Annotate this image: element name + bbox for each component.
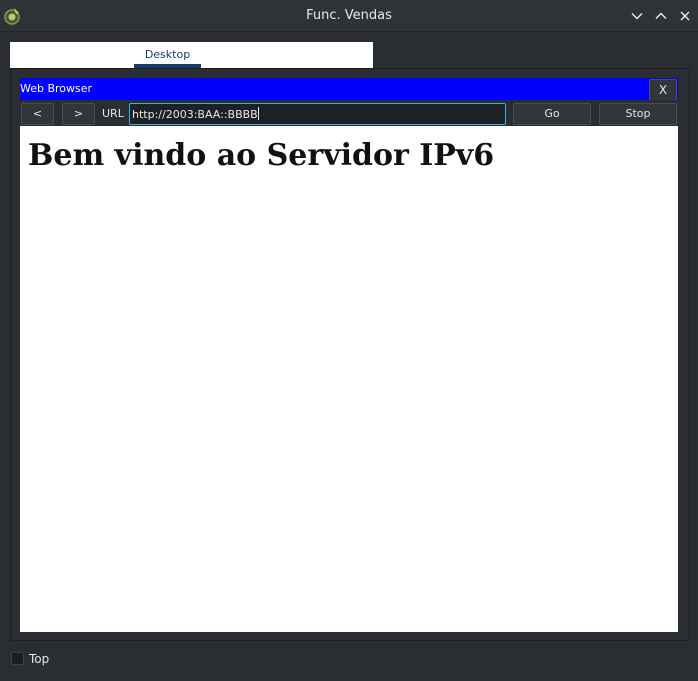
close-icon bbox=[680, 11, 690, 21]
forward-button[interactable]: > bbox=[62, 103, 95, 125]
application-window: Func. Vendas Desktop Web Browser X < > U… bbox=[0, 0, 698, 681]
browser-page-content[interactable]: Bem vindo ao Servidor IPv6 bbox=[20, 126, 678, 632]
tab-bar: Desktop bbox=[10, 42, 373, 68]
window-title: Func. Vendas bbox=[306, 8, 392, 23]
top-checkbox[interactable] bbox=[11, 652, 24, 665]
chevron-down-icon bbox=[631, 12, 643, 20]
chevron-up-icon bbox=[655, 12, 667, 20]
back-button[interactable]: < bbox=[21, 103, 54, 125]
browser-close-button[interactable]: X bbox=[649, 79, 677, 101]
text-caret bbox=[257, 107, 259, 120]
maximize-button[interactable] bbox=[652, 7, 670, 25]
tab-desktop[interactable]: Desktop bbox=[134, 42, 201, 68]
minimize-button[interactable] bbox=[628, 7, 646, 25]
url-label: URL bbox=[102, 107, 124, 120]
browser-titlebar: Web Browser bbox=[20, 78, 678, 100]
url-value: http://2003:BAA::BBBB bbox=[132, 108, 258, 121]
page-heading: Bem vindo ao Servidor IPv6 bbox=[28, 138, 495, 173]
close-window-button[interactable] bbox=[676, 7, 694, 25]
url-input[interactable]: http://2003:BAA::BBBB bbox=[129, 103, 506, 125]
window-titlebar[interactable]: Func. Vendas bbox=[0, 0, 698, 32]
tab-desktop-label: Desktop bbox=[144, 48, 191, 61]
top-checkbox-label: Top bbox=[29, 652, 50, 666]
stop-button[interactable]: Stop bbox=[599, 103, 677, 125]
browser-title: Web Browser bbox=[20, 82, 93, 95]
go-button[interactable]: Go bbox=[513, 103, 591, 125]
